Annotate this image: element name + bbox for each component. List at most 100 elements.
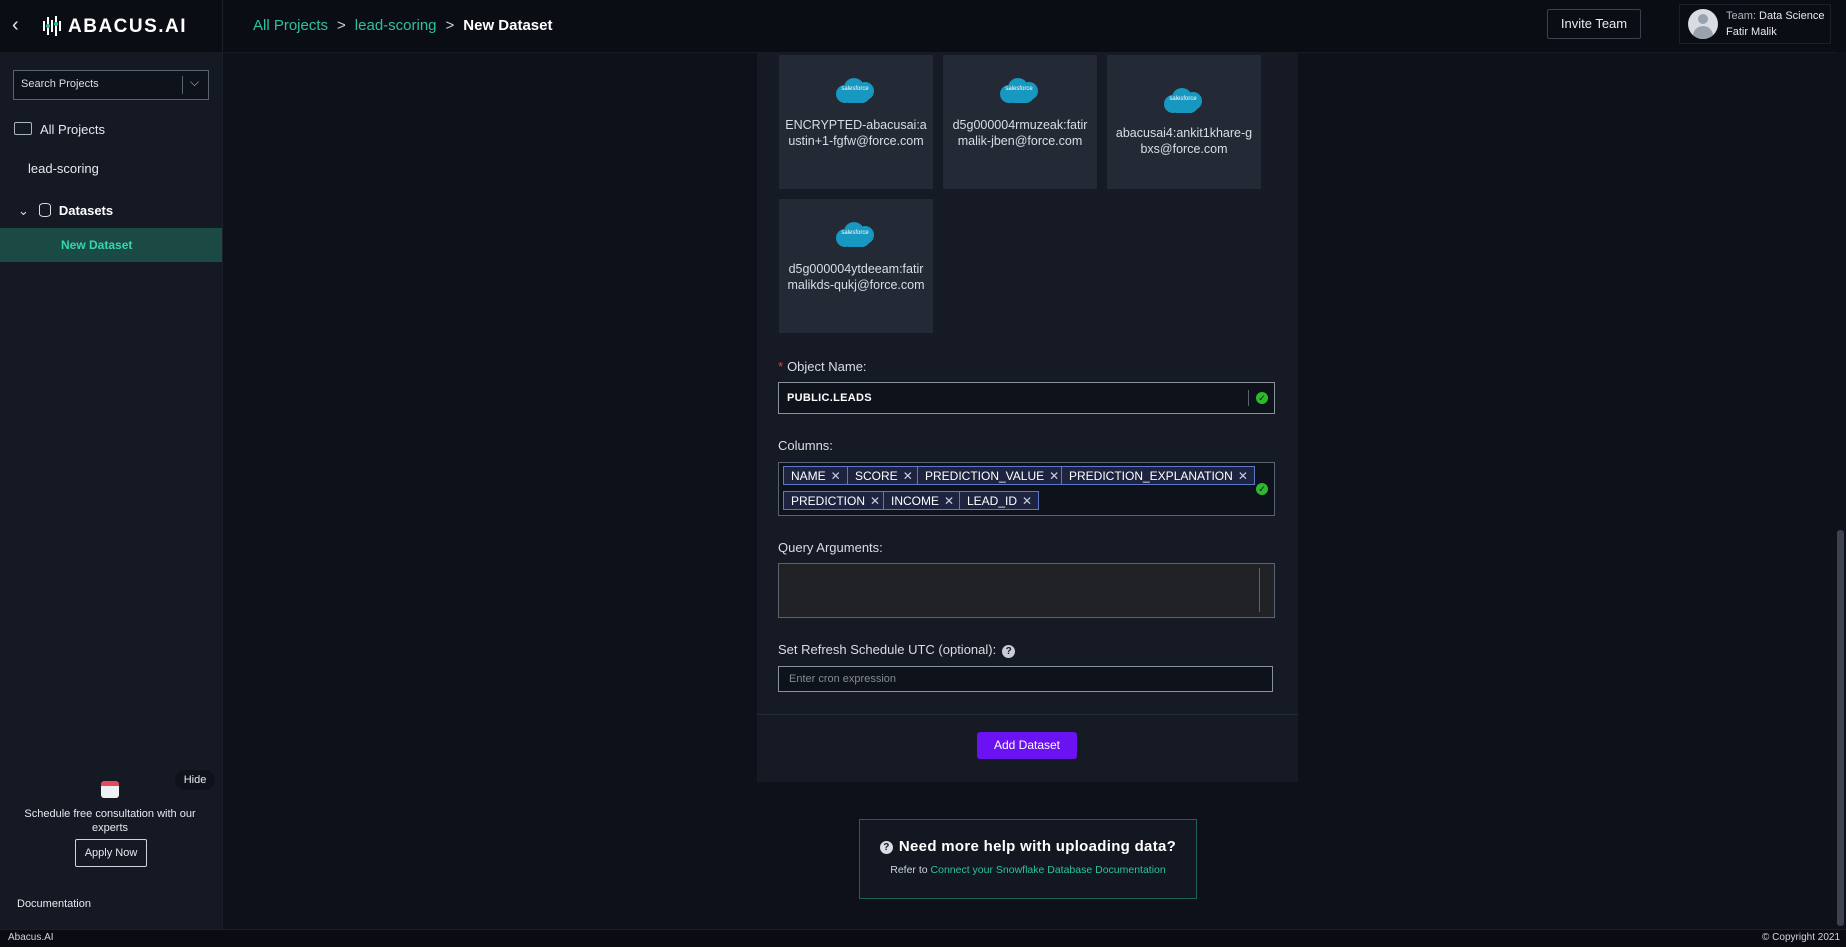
user-menu[interactable]: Team: Data Science Fatir Malik <box>1679 4 1831 44</box>
help-icon[interactable]: ? <box>1002 645 1016 658</box>
calendar-icon <box>101 781 119 798</box>
search-projects-select[interactable]: Search Projects ⌵ <box>13 70 209 100</box>
connector-label: d5g000004ytdeeam:fatirmalikds-qukj@force… <box>787 262 925 292</box>
folder-icon <box>14 122 32 135</box>
column-tag: NAME ✕ <box>783 466 848 485</box>
column-tag-label: LEAD_ID <box>967 494 1018 508</box>
salesforce-logo-text: salesforce <box>1005 86 1033 92</box>
connector-card[interactable]: salesforce d5g000004rmuzeak:fatirmalik-j… <box>943 55 1097 189</box>
footer-brand: Abacus.AI <box>8 932 54 943</box>
breadcrumb-all-projects[interactable]: All Projects <box>253 17 328 34</box>
salesforce-logo-text: salesforce <box>1169 96 1197 102</box>
breadcrumb: All Projects > lead-scoring > New Dataset <box>253 17 552 34</box>
input-divider <box>1259 568 1260 612</box>
logo-text: ABACUS.AI <box>68 16 188 37</box>
question-icon: ? <box>879 841 893 854</box>
chevron-down-icon[interactable]: ⌄ <box>18 203 29 218</box>
connector-label: d5g000004rmuzeak:fatirmalik-jben@force.c… <box>952 118 1088 148</box>
breadcrumb-separator: > <box>337 17 346 34</box>
sidebar-item-label: Datasets <box>58 203 114 218</box>
column-tag: INCOME ✕ <box>883 491 962 510</box>
remove-tag-icon[interactable]: ✕ <box>1238 469 1248 483</box>
query-arguments-input[interactable] <box>778 563 1275 618</box>
salesforce-logo-icon: salesforce <box>834 221 876 249</box>
object-name-input[interactable]: PUBLIC.LEADS ✓ <box>778 382 1275 414</box>
abacus-logo-icon <box>43 16 61 36</box>
column-tag: SCORE ✕ <box>847 466 920 485</box>
remove-tag-icon[interactable]: ✕ <box>831 469 841 483</box>
remove-tag-icon[interactable]: ✕ <box>1049 469 1059 483</box>
column-tag-label: PREDICTION_VALUE <box>925 469 1045 483</box>
sidebar-item-all-projects[interactable]: All Projects <box>14 122 105 137</box>
logo-area: ‹ ABACUS.AI <box>0 0 223 52</box>
column-tag: PREDICTION_EXPLANATION ✕ <box>1061 466 1255 485</box>
breadcrumb-lead-scoring[interactable]: lead-scoring <box>355 17 437 34</box>
avatar <box>1688 9 1718 39</box>
column-tag-label: SCORE <box>855 469 898 483</box>
columns-label: Columns: <box>778 438 833 453</box>
cron-expression-input[interactable] <box>779 667 1272 691</box>
chevron-down-icon[interactable]: ⌵ <box>190 75 199 90</box>
sidebar-item-label: All Projects <box>40 122 106 137</box>
help-title: ? Need more help with uploading data? <box>860 838 1196 855</box>
user-name: Fatir Malik <box>1726 26 1777 38</box>
help-sub-prefix: Refer to <box>890 864 928 876</box>
refresh-schedule-label: Set Refresh Schedule UTC (optional):? <box>778 642 1016 658</box>
sidebar-item-label: New Dataset <box>61 238 133 252</box>
remove-tag-icon[interactable]: ✕ <box>944 494 954 508</box>
snowflake-docs-link[interactable]: Connect your Snowflake Database Document… <box>931 864 1166 876</box>
column-tag-label: PREDICTION <box>791 494 866 508</box>
query-arguments-label: Query Arguments: <box>778 540 883 555</box>
invite-team-button[interactable]: Invite Team <box>1547 9 1641 39</box>
sidebar-item-project[interactable]: lead-scoring <box>28 161 99 176</box>
help-subtitle: Refer to Connect your Snowflake Database… <box>860 864 1196 876</box>
remove-tag-icon[interactable]: ✕ <box>870 494 880 508</box>
team-name: Data Science <box>1759 10 1825 22</box>
connector-card[interactable]: salesforce ENCRYPTED-abacusai:austin+1-f… <box>779 55 933 189</box>
add-dataset-button[interactable]: Add Dataset <box>977 732 1077 759</box>
search-projects-placeholder: Search Projects <box>21 78 99 90</box>
database-icon <box>38 203 51 217</box>
salesforce-logo-text: salesforce <box>841 86 869 92</box>
select-divider <box>182 76 183 94</box>
required-marker: * <box>778 359 784 374</box>
hide-promo-button[interactable]: Hide <box>175 770 215 790</box>
column-tag: PREDICTION ✕ <box>783 491 888 510</box>
upload-help-box: ? Need more help with uploading data? Ref… <box>859 819 1197 899</box>
sidebar-item-new-dataset[interactable]: New Dataset <box>0 228 222 262</box>
back-chevron-icon[interactable]: ‹ <box>12 15 19 35</box>
connector-label: ENCRYPTED-abacusai:austin+1-fgfw@force.c… <box>785 118 927 148</box>
apply-now-button[interactable]: Apply Now <box>75 839 147 867</box>
columns-multiselect[interactable]: NAME ✕ SCORE ✕ PREDICTION_VALUE ✕ PREDICTIO… <box>778 462 1275 516</box>
object-name-value: PUBLIC.LEADS <box>787 392 872 404</box>
salesforce-logo-icon: salesforce <box>998 77 1040 105</box>
connector-label: abacusai4:ankit1khare-gbxs@force.com <box>1115 126 1253 156</box>
input-divider <box>1248 390 1249 406</box>
salesforce-logo-icon: salesforce <box>1162 87 1204 115</box>
sidebar-item-datasets[interactable]: ⌄ Datasets <box>18 203 113 219</box>
team-prefix: Team: <box>1726 10 1756 22</box>
sidebar: Search Projects ⌵ All Projects lead-scor… <box>0 52 223 929</box>
page-scrollbar[interactable] <box>1835 52 1846 929</box>
object-name-label: * Object Name: <box>778 359 867 374</box>
connector-card[interactable]: salesforce d5g000004ytdeeam:fatirmalikds… <box>779 199 933 333</box>
column-tag-label: NAME <box>791 469 826 483</box>
scrollbar-thumb[interactable] <box>1837 530 1844 926</box>
panel-divider <box>757 714 1298 715</box>
documentation-link[interactable]: Documentation <box>17 898 91 910</box>
top-bar: ‹ ABACUS.AI All Projects > lead-scoring > Ne… <box>0 0 1846 53</box>
column-tag: LEAD_ID ✕ <box>959 491 1040 510</box>
connector-card[interactable]: salesforce abacusai4:ankit1khare-gbxs@fo… <box>1107 55 1261 189</box>
remove-tag-icon[interactable]: ✕ <box>903 469 913 483</box>
salesforce-logo-icon: salesforce <box>834 77 876 105</box>
object-name-label-text: Object Name: <box>787 359 867 374</box>
column-tag-label: INCOME <box>891 494 939 508</box>
help-title-text: Need more help with uploading data? <box>898 838 1177 855</box>
remove-tag-icon[interactable]: ✕ <box>1022 494 1032 508</box>
valid-check-icon: ✓ <box>1256 483 1268 495</box>
refresh-schedule-label-text: Set Refresh Schedule UTC (optional): <box>778 642 997 657</box>
cron-expression-field <box>778 666 1273 692</box>
breadcrumb-separator: > <box>445 17 455 34</box>
footer-copyright: © Copyright 2021 <box>1762 932 1840 943</box>
footer: Abacus.AI © Copyright 2021 <box>0 929 1846 947</box>
